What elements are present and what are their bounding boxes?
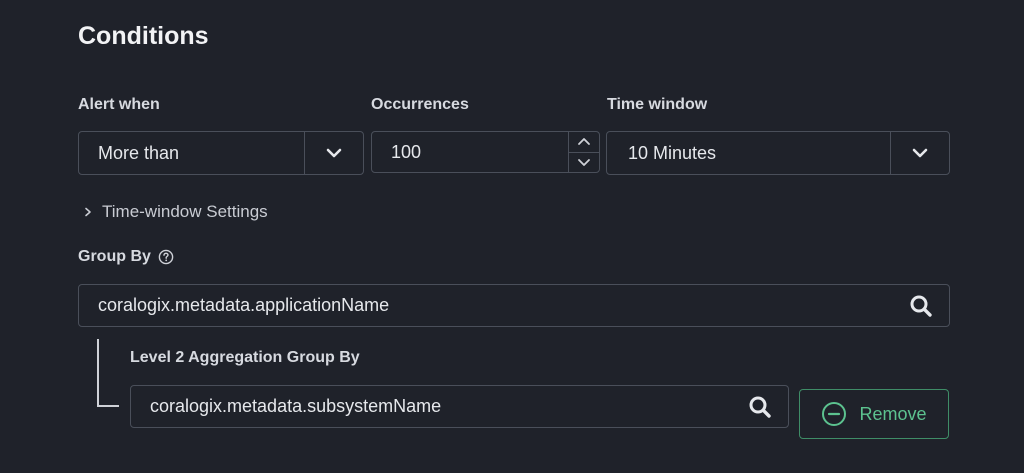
question-circle-icon[interactable] — [158, 249, 174, 265]
alert-when-label: Alert when — [78, 96, 160, 113]
conditions-panel: Conditions Alert when More than Occurren… — [0, 0, 1024, 473]
remove-button-label: Remove — [859, 403, 927, 424]
remove-button[interactable]: Remove — [799, 389, 949, 439]
tree-connector-line — [97, 339, 119, 407]
stepper-increment-button[interactable] — [569, 132, 599, 152]
chevron-down-icon — [326, 148, 342, 158]
group-by-value: coralogix.metadata.applicationName — [98, 295, 390, 315]
alert-when-value: More than — [98, 142, 180, 163]
stepper-decrement-button[interactable] — [569, 151, 599, 173]
level2-group-by-value: coralogix.metadata.subsystemName — [150, 396, 442, 416]
time-window-value: 10 Minutes — [628, 142, 717, 163]
search-icon[interactable] — [909, 294, 933, 318]
time-window-settings-label: Time-window Settings — [102, 202, 268, 221]
chevron-up-icon — [578, 138, 590, 146]
chevron-down-icon — [578, 158, 590, 166]
minus-circle-icon — [822, 402, 847, 426]
time-window-dropdown-toggle[interactable] — [890, 132, 949, 174]
alert-when-dropdown-toggle[interactable] — [304, 132, 363, 174]
occurrences-value: 100 — [391, 141, 422, 162]
search-icon[interactable] — [748, 395, 772, 419]
chevron-right-icon — [85, 207, 91, 217]
section-title: Conditions — [78, 22, 209, 50]
time-window-label: Time window — [607, 96, 708, 113]
group-by-input[interactable]: coralogix.metadata.applicationName — [78, 284, 950, 327]
level2-aggregation-label: Level 2 Aggregation Group By — [130, 349, 360, 366]
level2-group-by-input[interactable]: coralogix.metadata.subsystemName — [130, 385, 789, 428]
time-window-settings-toggle[interactable]: Time-window Settings — [84, 202, 268, 222]
chevron-down-icon — [912, 148, 928, 158]
occurrences-input[interactable]: 100 — [371, 131, 600, 173]
occurrences-stepper — [568, 132, 599, 172]
group-by-label-row: Group By — [78, 248, 174, 266]
alert-when-select[interactable]: More than — [78, 131, 364, 175]
group-by-label: Group By — [78, 248, 151, 265]
time-window-select[interactable]: 10 Minutes — [606, 131, 950, 175]
occurrences-label: Occurrences — [371, 96, 469, 113]
